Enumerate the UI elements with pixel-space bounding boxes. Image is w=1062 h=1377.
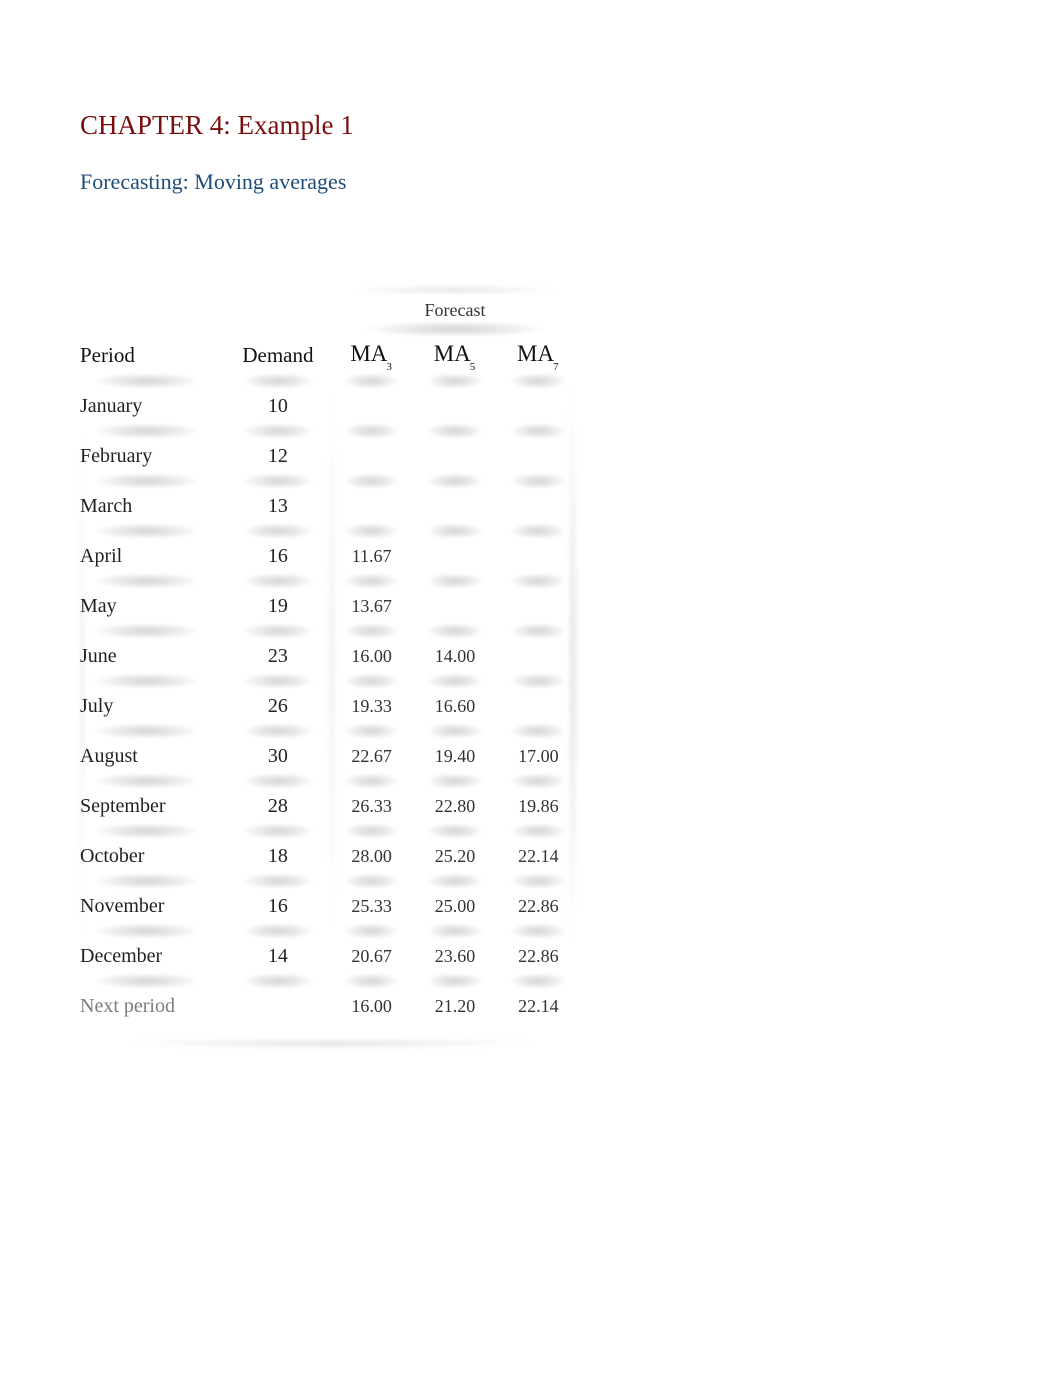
cell-period: August xyxy=(80,731,226,781)
subtitle: Forecasting: Moving averages xyxy=(80,169,982,195)
cell-ma7 xyxy=(497,481,580,531)
cell-period: December xyxy=(80,931,226,981)
table-row: November1625.3325.0022.86 xyxy=(80,881,580,931)
col-ma5: MA5 xyxy=(413,329,496,381)
col-period: Period xyxy=(80,329,226,381)
forecast-header: Forecast xyxy=(330,285,580,329)
table-row: December1420.6723.6022.86 xyxy=(80,931,580,981)
col-ma7: MA7 xyxy=(497,329,580,381)
cell-ma5: 21.20 xyxy=(413,981,496,1031)
col-demand: Demand xyxy=(226,329,330,381)
cell-period: September xyxy=(80,781,226,831)
cell-demand: 10 xyxy=(226,381,330,431)
cell-ma3 xyxy=(330,381,413,431)
table-row: July2619.3316.60 xyxy=(80,681,580,731)
cell-period: January xyxy=(80,381,226,431)
cell-ma7 xyxy=(497,681,580,731)
cell-ma3: 16.00 xyxy=(330,981,413,1031)
cell-demand: 28 xyxy=(226,781,330,831)
cell-ma3: 28.00 xyxy=(330,831,413,881)
cell-ma7 xyxy=(497,381,580,431)
cell-period: March xyxy=(80,481,226,531)
cell-period: November xyxy=(80,881,226,931)
cell-ma5: 14.00 xyxy=(413,631,496,681)
cell-demand xyxy=(226,981,330,1031)
cell-period: July xyxy=(80,681,226,731)
cell-ma5: 19.40 xyxy=(413,731,496,781)
cell-ma7 xyxy=(497,631,580,681)
cell-demand: 19 xyxy=(226,581,330,631)
cell-ma7 xyxy=(497,531,580,581)
cell-ma7: 22.14 xyxy=(497,981,580,1031)
cell-ma5: 22.80 xyxy=(413,781,496,831)
cell-ma3: 13.67 xyxy=(330,581,413,631)
cell-ma5 xyxy=(413,481,496,531)
cell-ma5 xyxy=(413,531,496,581)
table-row: September2826.3322.8019.86 xyxy=(80,781,580,831)
cell-ma3: 22.67 xyxy=(330,731,413,781)
chapter-title: CHAPTER 4: Example 1 xyxy=(80,110,982,141)
cell-ma7: 22.14 xyxy=(497,831,580,881)
cell-demand: 13 xyxy=(226,481,330,531)
cell-ma3: 19.33 xyxy=(330,681,413,731)
cell-ma7: 22.86 xyxy=(497,881,580,931)
cell-ma3: 20.67 xyxy=(330,931,413,981)
cell-ma3: 26.33 xyxy=(330,781,413,831)
cell-period: October xyxy=(80,831,226,881)
cell-demand: 16 xyxy=(226,531,330,581)
cell-ma3: 16.00 xyxy=(330,631,413,681)
cell-ma7: 19.86 xyxy=(497,781,580,831)
table-row: February12 xyxy=(80,431,580,481)
cell-ma7: 17.00 xyxy=(497,731,580,781)
table-row: June2316.0014.00 xyxy=(80,631,580,681)
cell-ma7 xyxy=(497,431,580,481)
table-row: January10 xyxy=(80,381,580,431)
cell-ma7 xyxy=(497,581,580,631)
cell-ma5 xyxy=(413,431,496,481)
cell-demand: 26 xyxy=(226,681,330,731)
cell-ma7: 22.86 xyxy=(497,931,580,981)
cell-ma3: 11.67 xyxy=(330,531,413,581)
table-row: March13 xyxy=(80,481,580,531)
cell-period: April xyxy=(80,531,226,581)
cell-demand: 18 xyxy=(226,831,330,881)
table-row: Next period 16.0021.2022.14 xyxy=(80,981,580,1031)
cell-ma5: 25.00 xyxy=(413,881,496,931)
cell-ma3 xyxy=(330,431,413,481)
cell-period: Next period xyxy=(80,981,226,1031)
cell-period: May xyxy=(80,581,226,631)
cell-demand: 12 xyxy=(226,431,330,481)
cell-ma5 xyxy=(413,581,496,631)
cell-demand: 30 xyxy=(226,731,330,781)
cell-period: February xyxy=(80,431,226,481)
forecast-table: Forecast Period Demand MA3 MA5 MA7 Janua… xyxy=(80,285,580,1031)
cell-demand: 16 xyxy=(226,881,330,931)
cell-demand: 14 xyxy=(226,931,330,981)
cell-ma5: 16.60 xyxy=(413,681,496,731)
cell-ma5: 25.20 xyxy=(413,831,496,881)
cell-ma3 xyxy=(330,481,413,531)
cell-demand: 23 xyxy=(226,631,330,681)
table-row: April1611.67 xyxy=(80,531,580,581)
table-row: May1913.67 xyxy=(80,581,580,631)
cell-ma5: 23.60 xyxy=(413,931,496,981)
cell-ma3: 25.33 xyxy=(330,881,413,931)
col-ma3: MA3 xyxy=(330,329,413,381)
table-row: August3022.6719.4017.00 xyxy=(80,731,580,781)
table-row: October1828.0025.2022.14 xyxy=(80,831,580,881)
cell-ma5 xyxy=(413,381,496,431)
cell-period: June xyxy=(80,631,226,681)
